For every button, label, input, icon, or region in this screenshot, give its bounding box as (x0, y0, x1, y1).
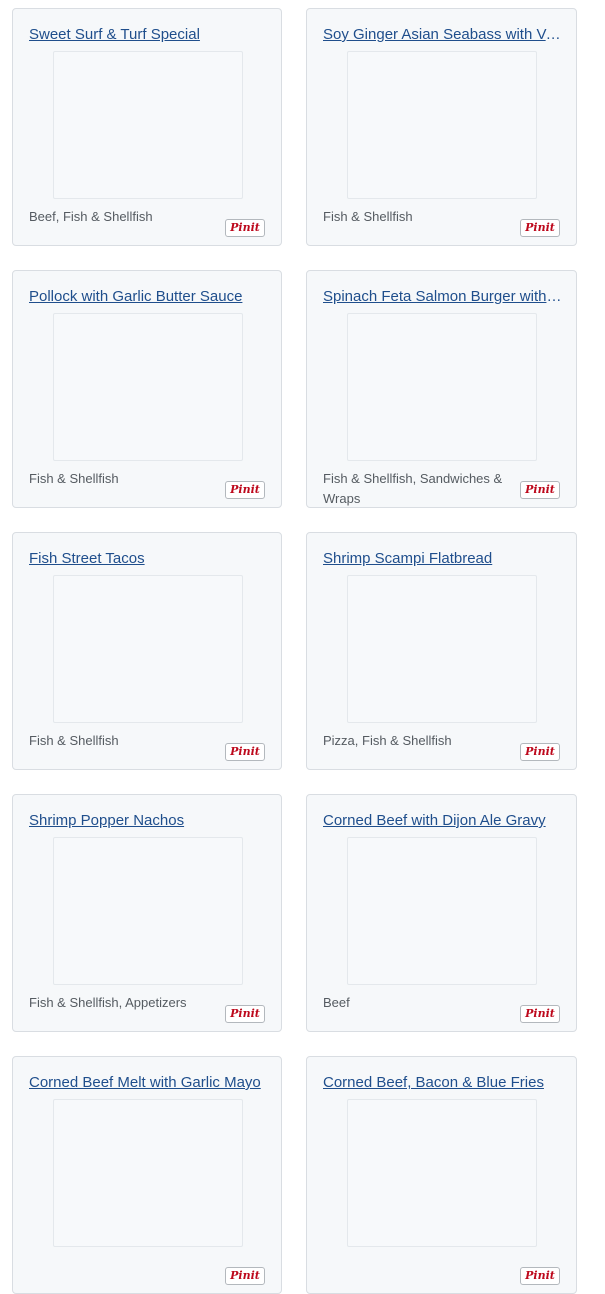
recipe-title-link[interactable]: Sweet Surf & Turf Special (29, 25, 267, 45)
recipe-title-link[interactable]: Pollock with Garlic Butter Sauce (29, 287, 267, 307)
recipe-category: Fish & Shellfish (29, 733, 119, 748)
recipe-image[interactable] (347, 313, 537, 461)
recipe-category: Pizza, Fish & Shellfish (323, 733, 452, 748)
recipe-image[interactable] (347, 575, 537, 723)
recipe-category: Fish & Shellfish, Sandwiches & Wraps (323, 471, 503, 506)
pinterest-pin-button[interactable]: Pinit (520, 743, 560, 761)
recipe-grid: Sweet Surf & Turf Special Beef, Fish & S… (12, 8, 577, 1294)
recipe-image[interactable] (347, 1099, 537, 1247)
recipe-card: Corned Beef Melt with Garlic Mayo Pinit (12, 1056, 282, 1294)
recipe-card: Soy Ginger Asian Seabass with Vegetables… (306, 8, 577, 246)
recipe-image[interactable] (347, 51, 537, 199)
recipe-title-link[interactable]: Shrimp Scampi Flatbread (323, 549, 562, 569)
recipe-card: Sweet Surf & Turf Special Beef, Fish & S… (12, 8, 282, 246)
pinterest-pin-button[interactable]: Pinit (225, 743, 265, 761)
recipe-title-link[interactable]: Shrimp Popper Nachos (29, 811, 267, 831)
recipe-title-link[interactable]: Fish Street Tacos (29, 549, 267, 569)
recipe-card: Pollock with Garlic Butter Sauce Fish & … (12, 270, 282, 508)
recipe-category: Fish & Shellfish (29, 471, 119, 486)
recipe-title-link[interactable]: Corned Beef with Dijon Ale Gravy (323, 811, 562, 831)
recipe-image[interactable] (53, 313, 243, 461)
recipe-card: Corned Beef, Bacon & Blue Fries Pinit (306, 1056, 577, 1294)
pinterest-pin-button[interactable]: Pinit (520, 219, 560, 237)
pinterest-pin-button[interactable]: Pinit (520, 1005, 560, 1023)
pinterest-pin-button[interactable]: Pinit (225, 481, 265, 499)
recipe-title-link[interactable]: Soy Ginger Asian Seabass with Vegetables (323, 25, 562, 45)
recipe-image[interactable] (53, 837, 243, 985)
recipe-image[interactable] (53, 1099, 243, 1247)
pinterest-pin-button[interactable]: Pinit (225, 1267, 265, 1285)
pinterest-pin-button[interactable]: Pinit (520, 1267, 560, 1285)
recipe-card: Shrimp Scampi Flatbread Pizza, Fish & Sh… (306, 532, 577, 770)
recipe-card: Shrimp Popper Nachos Fish & Shellfish, A… (12, 794, 282, 1032)
recipe-category: Fish & Shellfish, Appetizers (29, 995, 187, 1010)
recipe-title-link[interactable]: Spinach Feta Salmon Burger with Fries (323, 287, 562, 307)
pinterest-pin-button[interactable]: Pinit (225, 219, 265, 237)
recipe-image[interactable] (53, 51, 243, 199)
recipe-image[interactable] (53, 575, 243, 723)
recipe-title-link[interactable]: Corned Beef Melt with Garlic Mayo (29, 1073, 267, 1093)
recipe-title-link[interactable]: Corned Beef, Bacon & Blue Fries (323, 1073, 562, 1093)
recipe-card: Spinach Feta Salmon Burger with Fries Fi… (306, 270, 577, 508)
pinterest-pin-button[interactable]: Pinit (520, 481, 560, 499)
recipe-card: Fish Street Tacos Fish & Shellfish Pinit (12, 532, 282, 770)
recipe-category: Beef (323, 995, 350, 1010)
recipe-card: Corned Beef with Dijon Ale Gravy Beef Pi… (306, 794, 577, 1032)
recipe-image[interactable] (347, 837, 537, 985)
recipe-category: Beef, Fish & Shellfish (29, 209, 153, 224)
pinterest-pin-button[interactable]: Pinit (225, 1005, 265, 1023)
recipe-category: Fish & Shellfish (323, 209, 413, 224)
